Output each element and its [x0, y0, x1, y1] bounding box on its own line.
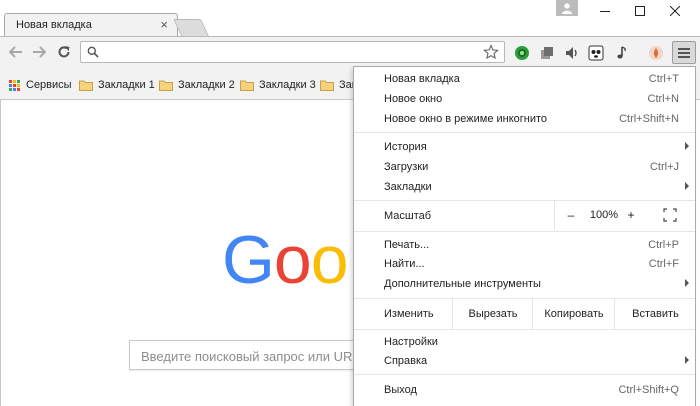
menu-item-print[interactable]: Печать... Ctrl+P [354, 235, 695, 255]
folder-icon [320, 80, 334, 91]
menu-item-history[interactable]: История [354, 137, 695, 157]
menu-item-help[interactable]: Справка [354, 351, 695, 371]
bookmark-label: Закладки 1 [98, 79, 155, 91]
speaker-extension-icon[interactable] [564, 45, 580, 61]
arrow-right-icon [33, 46, 46, 58]
title-bar: Новая вкладка × [0, 0, 700, 36]
folder-icon [79, 80, 93, 91]
zoom-in-button[interactable]: + [625, 208, 637, 222]
flame-extension-icon[interactable] [648, 45, 664, 61]
logo-letter-3: o [311, 225, 348, 295]
menu-item-new-window[interactable]: Новое окно Ctrl+N [354, 89, 695, 109]
copy-button[interactable]: Копировать [532, 298, 615, 329]
submenu-arrow-icon [685, 279, 689, 287]
menu-separator [354, 374, 695, 375]
search-icon [87, 46, 99, 58]
zoom-level: 100% [589, 209, 619, 221]
bookmark-label: Закладки 3 [259, 79, 316, 91]
bookmark-label: Закладки 2 [178, 79, 235, 91]
user-profile-icon[interactable] [556, 0, 578, 16]
tab-new-tab[interactable]: Новая вкладка × [4, 13, 178, 36]
submenu-arrow-icon [685, 356, 689, 364]
menu-item-new-tab[interactable]: Новая вкладка Ctrl+T [354, 69, 695, 89]
menu-separator [354, 231, 695, 232]
folder-icon [240, 80, 254, 91]
menu-separator [354, 329, 695, 330]
minimize-button[interactable] [590, 0, 620, 22]
bookmark-apps[interactable]: Сервисы [9, 77, 72, 93]
menu-item-downloads[interactable]: Загрузки Ctrl+J [354, 157, 695, 177]
panda-extension-icon[interactable] [588, 45, 604, 61]
folder-icon [159, 80, 173, 91]
maximize-button[interactable] [625, 0, 655, 22]
submenu-arrow-icon [685, 142, 689, 150]
bookmark-label: Сервисы [26, 79, 72, 91]
browser-toolbar [0, 36, 700, 69]
music-note-extension-icon[interactable] [613, 45, 629, 61]
menu-item-settings[interactable]: Настройки [354, 332, 695, 352]
bookmark-folder-2[interactable]: Закладки 2 [159, 77, 235, 93]
menu-edit-row: Изменить Вырезать Копировать Вставить [354, 298, 695, 329]
menu-item-incognito[interactable]: Новое окно в режиме инкогнито Ctrl+Shift… [354, 109, 695, 129]
svg-text:Goo: Goo [222, 225, 348, 295]
apps-grid-icon [9, 79, 20, 91]
forward-button[interactable] [30, 43, 48, 61]
menu-item-exit[interactable]: Выход Ctrl+Shift+Q [354, 380, 695, 400]
menu-item-bookmarks[interactable]: Закладки [354, 177, 695, 197]
vpn-extension-icon[interactable] [514, 45, 530, 61]
chrome-menu-button[interactable] [672, 41, 696, 64]
zoom-control: – 100% + [554, 200, 696, 230]
menu-zoom-row: Масштаб – 100% + [354, 200, 695, 230]
bookmark-star-icon[interactable] [483, 44, 499, 60]
chrome-main-menu: Новая вкладка Ctrl+T Новое окно Ctrl+N Н… [353, 66, 696, 406]
window-border [0, 100, 1, 406]
submenu-arrow-icon [685, 182, 689, 190]
new-tab-button[interactable] [173, 19, 209, 36]
paste-button[interactable]: Вставить [614, 298, 696, 329]
address-bar[interactable] [80, 41, 505, 63]
bookmark-folder-3[interactable]: Закладки 3 [240, 77, 316, 93]
close-window-button[interactable] [660, 0, 690, 22]
tabs-extension-icon[interactable] [539, 45, 555, 61]
fullscreen-icon[interactable] [663, 208, 677, 222]
back-button[interactable] [7, 43, 25, 61]
arrow-left-icon [9, 46, 22, 58]
menu-separator [354, 132, 695, 133]
reload-button[interactable] [55, 43, 73, 61]
menu-item-more-tools[interactable]: Дополнительные инструменты [354, 274, 695, 294]
logo-letter-2: o [274, 225, 311, 295]
reload-icon [58, 46, 70, 58]
zoom-out-button[interactable]: – [565, 208, 577, 222]
logo-letter-1: G [222, 225, 274, 295]
bookmark-folder-1[interactable]: Закладки 1 [79, 77, 155, 93]
menu-item-find[interactable]: Найти... Ctrl+F [354, 254, 695, 274]
address-input[interactable] [103, 44, 477, 62]
tab-title: Новая вкладка [16, 19, 92, 31]
tab-close-icon[interactable]: × [160, 18, 168, 31]
cut-button[interactable]: Вырезать [452, 298, 533, 329]
